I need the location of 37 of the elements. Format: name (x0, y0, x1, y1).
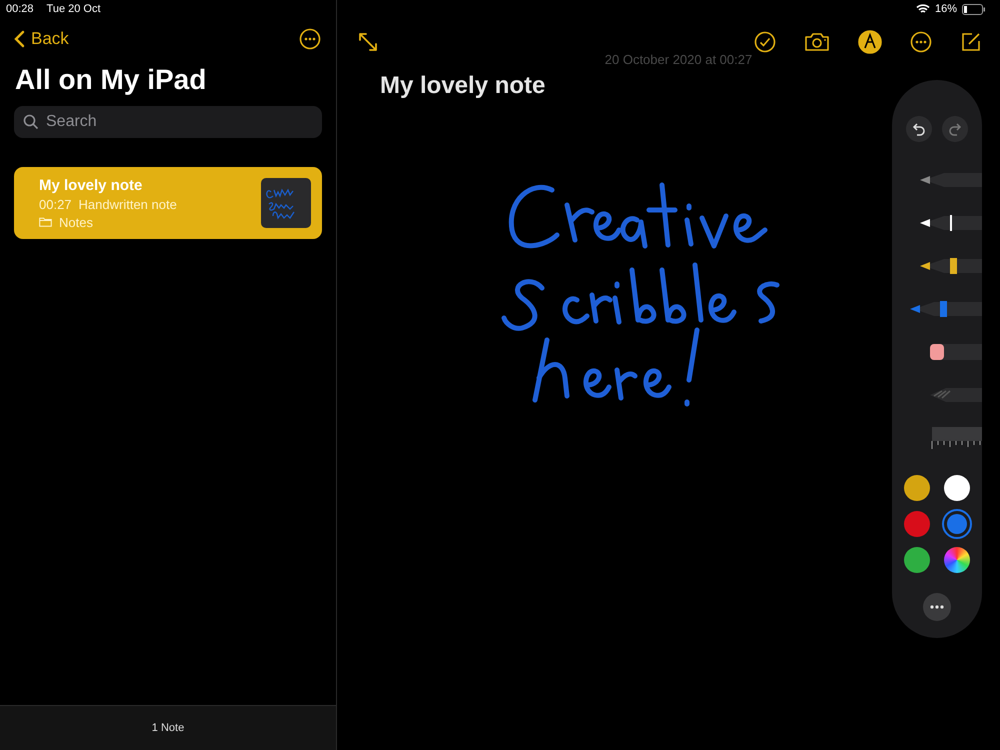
color-swatch[interactable] (904, 511, 930, 537)
list-title: All on My iPad (15, 64, 208, 96)
search-field[interactable]: Search (14, 106, 322, 138)
compose-icon[interactable] (960, 31, 982, 53)
undo-icon (912, 122, 926, 136)
battery-percent: 16% (934, 3, 957, 15)
back-button[interactable]: Back (14, 29, 69, 49)
color-swatch[interactable] (904, 547, 930, 573)
checklist-icon[interactable] (754, 31, 776, 53)
markup-icon[interactable] (858, 30, 882, 54)
redo-icon (948, 122, 962, 136)
note-subtitle: Handwritten note (78, 196, 177, 212)
note-date: 20 October 2020 at 00:27 (604, 52, 752, 67)
folder-icon (39, 217, 52, 227)
ellipsis-icon (930, 605, 944, 609)
expand-icon[interactable] (357, 31, 379, 53)
note-time: 00:27 (39, 196, 72, 212)
note-heading: My lovely note (380, 72, 546, 100)
undo-button[interactable] (906, 116, 932, 142)
more-icon[interactable] (299, 28, 321, 50)
redo-button[interactable] (942, 116, 968, 142)
more-icon[interactable] (910, 31, 932, 53)
color-swatch[interactable] (904, 475, 930, 501)
note-title: My lovely note (39, 176, 144, 194)
note-count: 1 Note (152, 722, 184, 734)
battery-icon (962, 4, 986, 14)
status-date: Tue 20 Oct (46, 3, 101, 15)
wifi-icon (916, 4, 930, 14)
note-folder: Notes (59, 214, 93, 230)
note-thumbnail (261, 178, 311, 228)
color-swatch[interactable] (944, 475, 970, 501)
chevron-left-icon (14, 30, 25, 48)
color-wheel-swatch[interactable] (944, 547, 970, 573)
camera-icon[interactable] (804, 31, 830, 53)
more-options-button[interactable] (923, 593, 951, 621)
color-swatch[interactable] (947, 514, 967, 534)
status-time: 00:28 (6, 3, 34, 15)
